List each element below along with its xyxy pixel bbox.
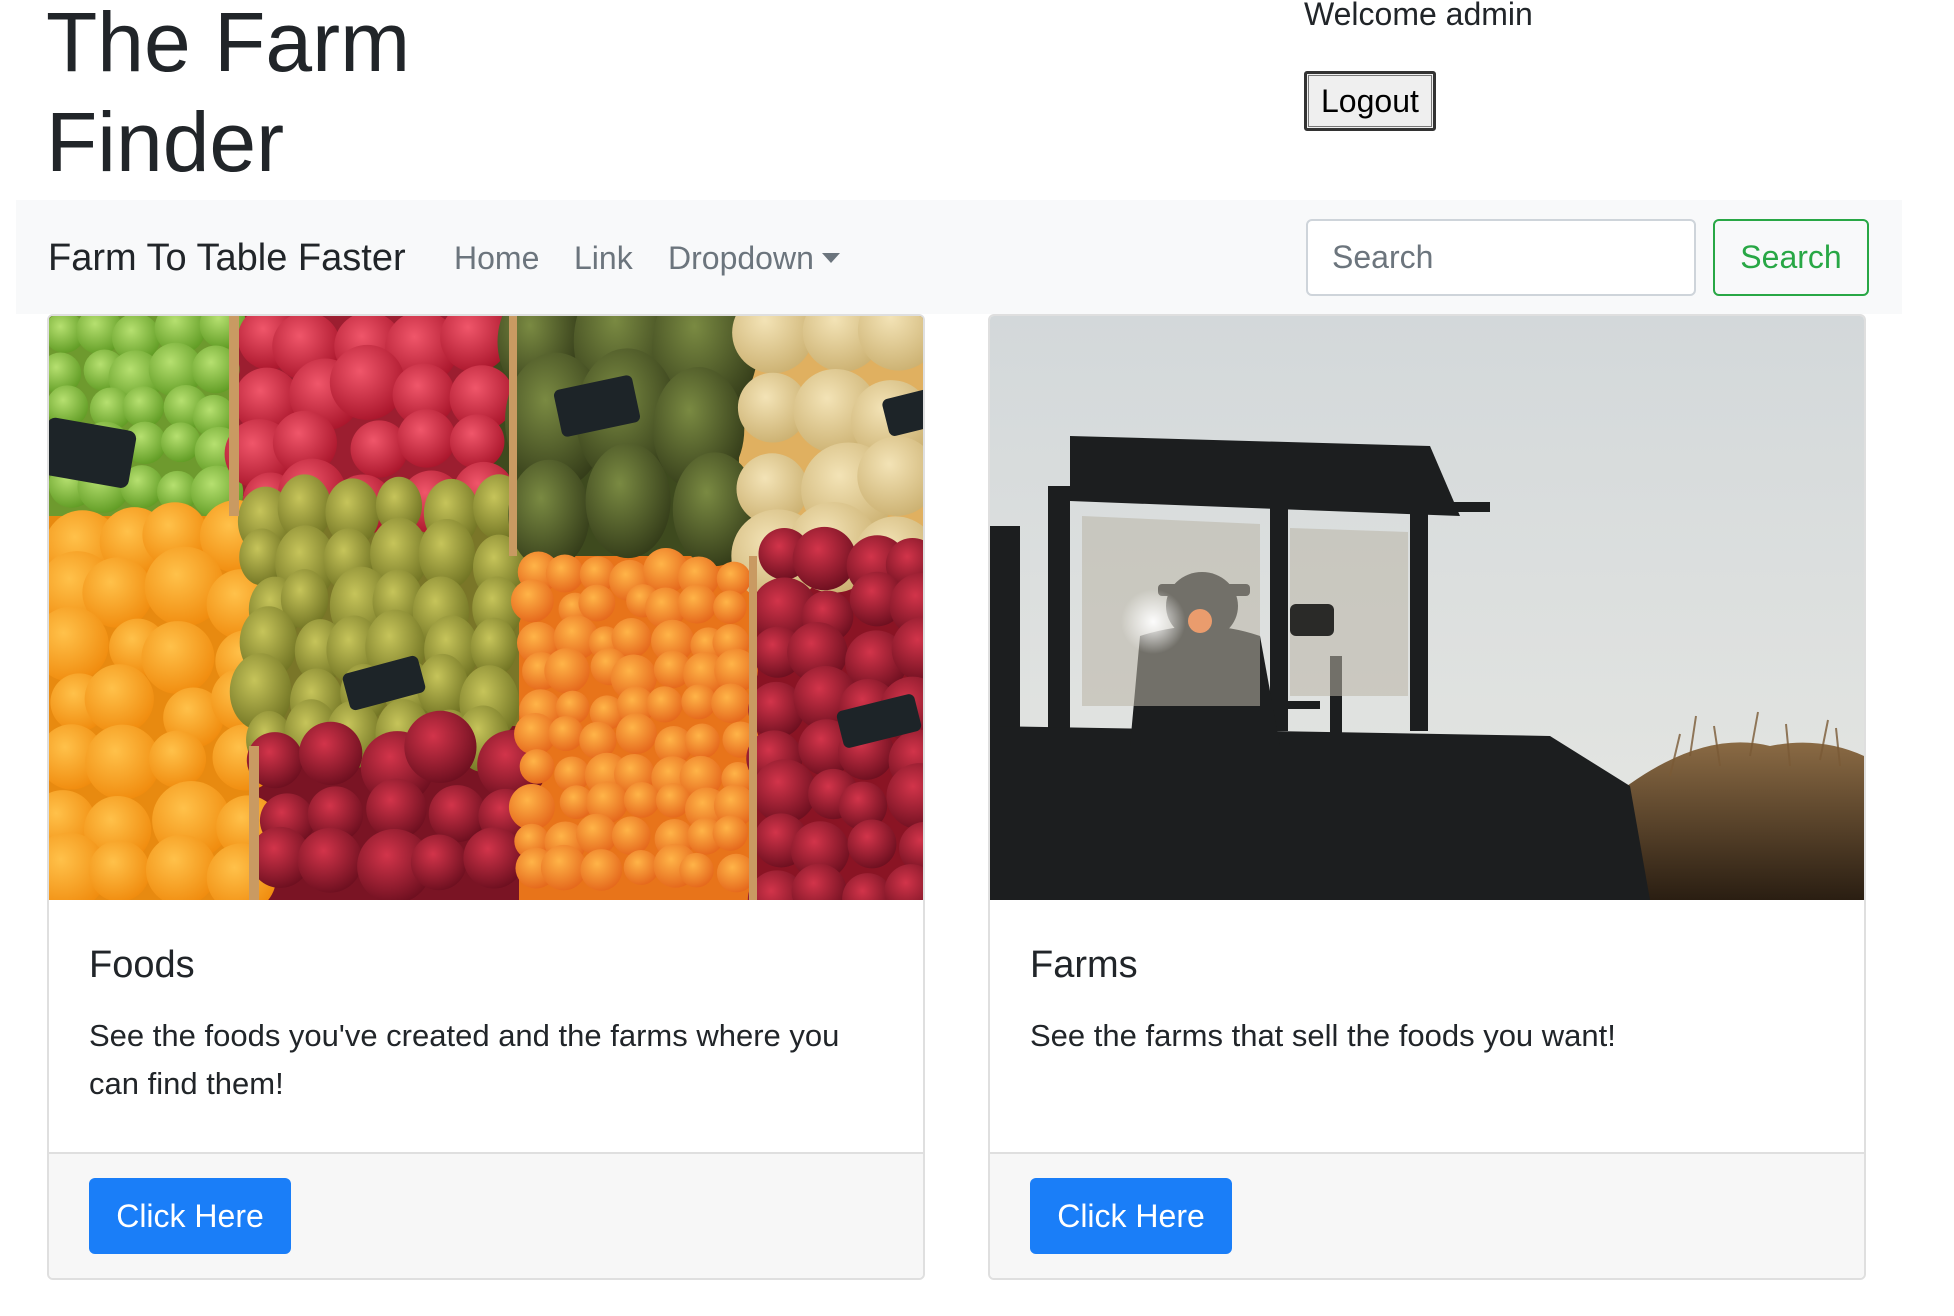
navbar-brand[interactable]: Farm To Table Faster: [48, 236, 406, 280]
site-title: The Farm Finder: [46, 0, 411, 189]
nav-link-home[interactable]: Home: [454, 238, 539, 278]
farms-card: Farms See the farms that sell the foods …: [988, 314, 1866, 1280]
card-footer: Click Here: [49, 1152, 923, 1278]
card-title: Farms: [1030, 944, 1138, 986]
card-text: See the farms that sell the foods you wa…: [1030, 1018, 1616, 1053]
card-footer: Click Here: [990, 1152, 1864, 1278]
nav-dropdown-label: Dropdown: [668, 240, 814, 276]
search-button[interactable]: Search: [1713, 219, 1869, 296]
logout-button[interactable]: Logout: [1304, 71, 1436, 131]
card-text: See the foods you've created and the far…: [89, 1018, 840, 1101]
caret-down-icon: [821, 253, 840, 263]
search-input[interactable]: [1306, 219, 1696, 296]
navbar: Farm To Table Faster Home Link Dropdown …: [16, 200, 1902, 314]
card-title: Foods: [89, 944, 195, 986]
foods-click-here-button[interactable]: Click Here: [89, 1178, 291, 1254]
nav-link-link[interactable]: Link: [574, 238, 633, 278]
welcome-message: Welcome admin: [1304, 0, 1533, 32]
farms-click-here-button[interactable]: Click Here: [1030, 1178, 1232, 1254]
tractor-image: [990, 316, 1864, 900]
nav-dropdown-toggle[interactable]: Dropdown: [668, 238, 840, 278]
foods-card: Foods See the foods you've created and t…: [47, 314, 925, 1280]
fruit-market-image: [49, 316, 923, 900]
